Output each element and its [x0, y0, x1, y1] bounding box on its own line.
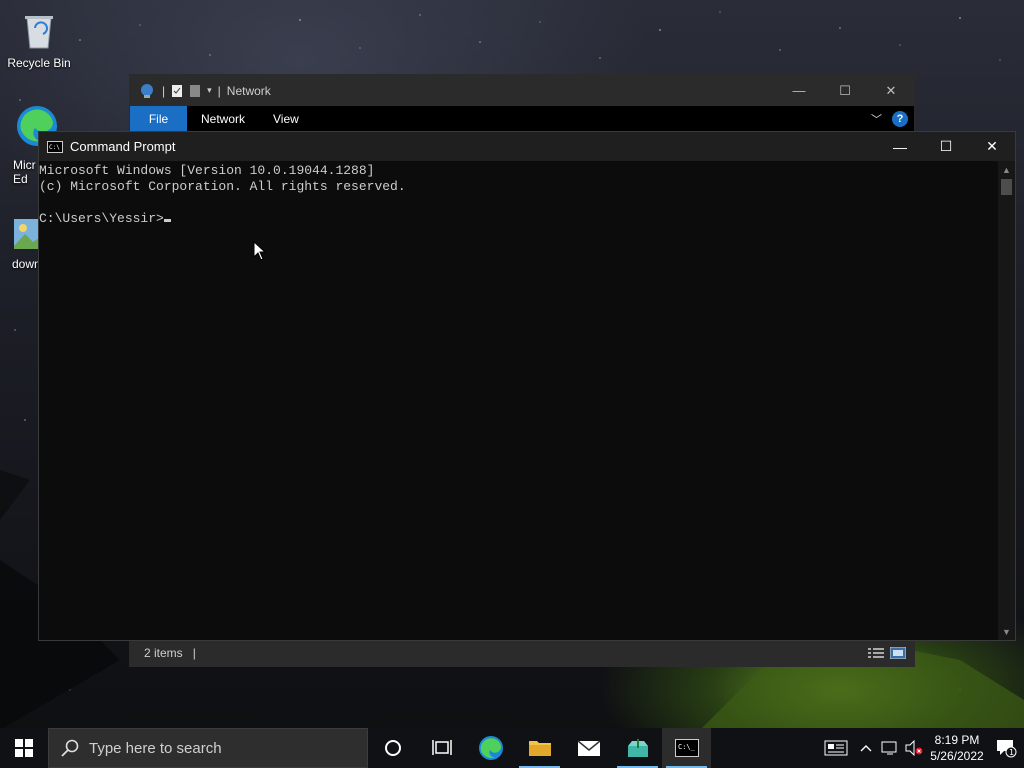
item-count: 2 items [144, 646, 183, 660]
desktop-icon-recycle-bin[interactable]: Recycle Bin [1, 8, 77, 70]
taskbar-file-explorer-button[interactable] [515, 728, 564, 768]
cortana-circle-icon [384, 740, 401, 756]
mouse-pointer-icon [253, 241, 267, 261]
console-line: (c) Microsoft Corporation. All rights re… [39, 179, 406, 194]
network-monitor-icon [881, 741, 897, 755]
action-center-button[interactable]: 1 [988, 728, 1024, 768]
volume-button[interactable] [902, 740, 926, 756]
cmd-minimize-button[interactable]: — [877, 132, 923, 161]
search-icon [61, 739, 79, 757]
details-view-icon[interactable] [868, 647, 884, 659]
taskbar-command-prompt-button[interactable]: C:\_ [662, 728, 711, 768]
toolbar-divider-2: | [217, 83, 221, 98]
cmd-scrollbar[interactable]: ▲ ▼ [998, 161, 1015, 640]
taskbar-edge-button[interactable] [466, 728, 515, 768]
recycle-bin-label: Recycle Bin [7, 56, 71, 70]
taskbar: Type here to search C:\_ 8:19 PM 5/26/20… [0, 728, 1024, 768]
explorer-maximize-button[interactable]: ☐ [822, 75, 868, 106]
clock-time: 8:19 PM [934, 733, 980, 747]
cmd-icon: C:\ [47, 140, 63, 153]
svg-text:C:\: C:\ [49, 144, 60, 151]
taskbar-installer-button[interactable] [613, 728, 662, 768]
new-folder-icon[interactable] [189, 84, 201, 98]
edge-label: Micr Ed [13, 158, 36, 186]
task-view-icon [431, 740, 452, 755]
scroll-thumb[interactable] [1001, 179, 1012, 195]
svg-text:C:\_: C:\_ [678, 743, 696, 751]
desktop-icon-image[interactable]: down [1, 218, 42, 271]
explorer-minimize-button[interactable]: — [776, 75, 822, 106]
console-output[interactable]: Microsoft Windows [Version 10.0.19044.12… [39, 161, 998, 640]
installer-box-icon [627, 739, 648, 757]
taskbar-clock[interactable]: 8:19 PM 5/26/2022 [926, 732, 988, 764]
toolbar-divider: | [162, 83, 166, 98]
edge-icon [478, 736, 503, 760]
explorer-title-bar[interactable]: | ▾ | Network — ☐ ✕ [130, 75, 914, 106]
clock-date: 5/26/2022 [930, 749, 984, 763]
console-line: ​ [39, 195, 998, 211]
tab-view[interactable]: View [259, 112, 313, 126]
status-separator: | [192, 646, 196, 660]
text-cursor [163, 219, 171, 222]
desktop-icon-edge[interactable]: Micr Ed [1, 104, 57, 186]
quick-access-toolbar: | ▾ | [130, 83, 221, 99]
help-button[interactable]: ? [892, 111, 908, 127]
image-file-label: down [12, 257, 41, 271]
explorer-status-bar: 2 items | [130, 640, 914, 666]
command-prompt-window[interactable]: C:\ Command Prompt — ☐ ✕ Microsoft Windo… [38, 131, 1016, 641]
windows-logo-icon [15, 739, 33, 757]
network-status-button[interactable] [878, 740, 902, 756]
volume-muted-icon [905, 740, 923, 756]
show-hidden-icons-button[interactable] [854, 744, 878, 752]
folder-icon [528, 741, 551, 756]
mail-icon [577, 740, 600, 756]
cmd-title-bar[interactable]: C:\ Command Prompt — ☐ ✕ [39, 132, 1015, 161]
scroll-down-arrow-icon[interactable]: ▼ [998, 623, 1015, 640]
notification-icon: 1 [997, 740, 1017, 758]
system-tray: 8:19 PM 5/26/2022 1 [818, 728, 1024, 768]
recycle-bin-icon [25, 16, 53, 49]
start-button[interactable] [0, 728, 48, 768]
console-prompt-line[interactable]: C:\Users\Yessir> [39, 211, 998, 227]
console-line: Microsoft Windows [Version 10.0.19044.12… [39, 163, 375, 178]
tab-network[interactable]: Network [187, 112, 259, 126]
customize-toolbar-chevron-icon[interactable]: ▾ [207, 85, 212, 96]
taskbar-mail-button[interactable] [564, 728, 613, 768]
news-icon [824, 740, 848, 756]
expand-ribbon-chevron-icon[interactable]: ﹀ [871, 111, 882, 127]
properties-icon[interactable] [171, 84, 183, 98]
explorer-ribbon-tabs: File Network View ﹀ ? [130, 106, 914, 132]
network-icon [141, 83, 153, 98]
cmd-close-button[interactable]: ✕ [969, 132, 1015, 161]
cmd-icon: C:\_ [674, 739, 699, 757]
cmd-window-title: Command Prompt [70, 139, 176, 154]
scroll-up-arrow-icon[interactable]: ▲ [998, 161, 1015, 178]
notification-count: 1 [1009, 748, 1014, 757]
news-widget-button[interactable] [818, 740, 854, 756]
tab-file[interactable]: File [130, 106, 187, 132]
explorer-close-button[interactable]: ✕ [868, 75, 914, 106]
explorer-window-title: Network [226, 83, 271, 98]
search-placeholder: Type here to search [89, 739, 222, 757]
taskbar-task-view-button[interactable] [417, 728, 466, 768]
chevron-up-icon [860, 745, 872, 752]
cmd-maximize-button[interactable]: ☐ [923, 132, 969, 161]
console-prompt: C:\Users\Yessir> [39, 211, 164, 226]
taskbar-cortana-button[interactable] [368, 728, 417, 768]
taskbar-search-box[interactable]: Type here to search [48, 728, 368, 768]
large-icons-view-icon[interactable] [890, 647, 906, 659]
